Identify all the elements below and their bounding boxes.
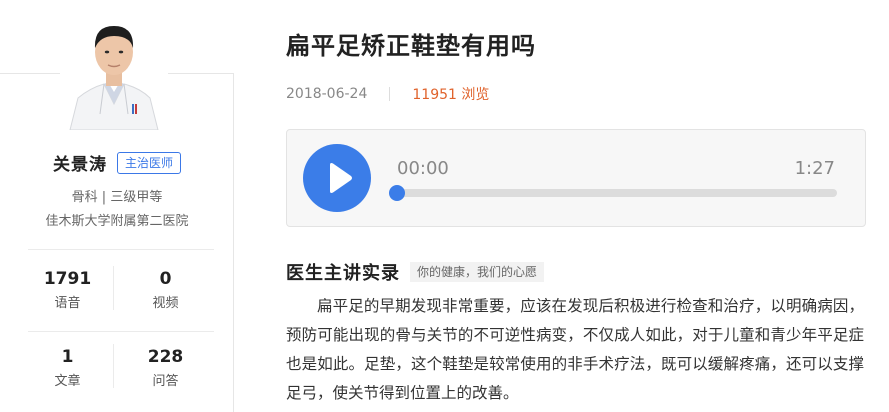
doctor-hospital[interactable]: 佳木斯大学附属第二医院 [0,210,234,229]
meta-separator [389,87,391,101]
view-count: 11951 浏览 [412,87,490,103]
divider [28,249,214,250]
stat-value: 1 [61,347,74,367]
play-button[interactable] [303,144,371,212]
doctor-photo [69,26,159,130]
title-badge: 主治医师 [116,151,181,174]
stat-value: 0 [159,269,172,289]
doctor-name[interactable]: 关景涛 [53,150,107,175]
doctor-name-row: 关景涛 主治医师 [0,150,234,175]
stat-label: 视频 [152,296,179,311]
current-time: 00:00 [397,158,449,179]
section-title: 医生主讲实录 [286,263,400,284]
stat-value: 1791 [43,269,92,289]
stat-qa[interactable]: 228 问答 [118,347,213,389]
page: 1791 语音 0 视频 1 文章 228 问答 关景涛 主治医师 骨科 | 三… [0,0,889,412]
stat-label: 问答 [152,374,179,389]
section-tag: 你的健康，我们的心愿 [410,262,545,282]
audio-player: 00:00 1:27 [286,129,866,227]
stat-label: 文章 [54,374,81,389]
transcript-text: 扁平足的早期发现非常重要，应该在发现后积极进行检查和治疗，以明确病因，预防可能出… [286,297,864,402]
stat-value: 228 [147,347,184,367]
divider [28,331,214,332]
doctor-department: 骨科 | 三级甲等 [71,190,163,205]
progress-knob[interactable] [389,185,405,201]
avatar[interactable] [60,12,168,130]
stat-label: 语音 [54,296,81,311]
article-meta: 2018-06-24 11951 浏览 [286,84,489,104]
stat-voice[interactable]: 1791 语音 [20,269,115,311]
play-icon [330,163,352,193]
stat-articles[interactable]: 1 文章 [20,347,115,389]
total-time: 1:27 [794,158,835,179]
section-header: 医生主讲实录 你的健康，我们的心愿 [286,259,545,285]
stat-video[interactable]: 0 视频 [118,269,213,311]
progress-bar[interactable] [389,185,837,201]
article-date: 2018-06-24 [286,86,368,102]
article-title: 扁平足矫正鞋垫有用吗 [286,32,536,60]
